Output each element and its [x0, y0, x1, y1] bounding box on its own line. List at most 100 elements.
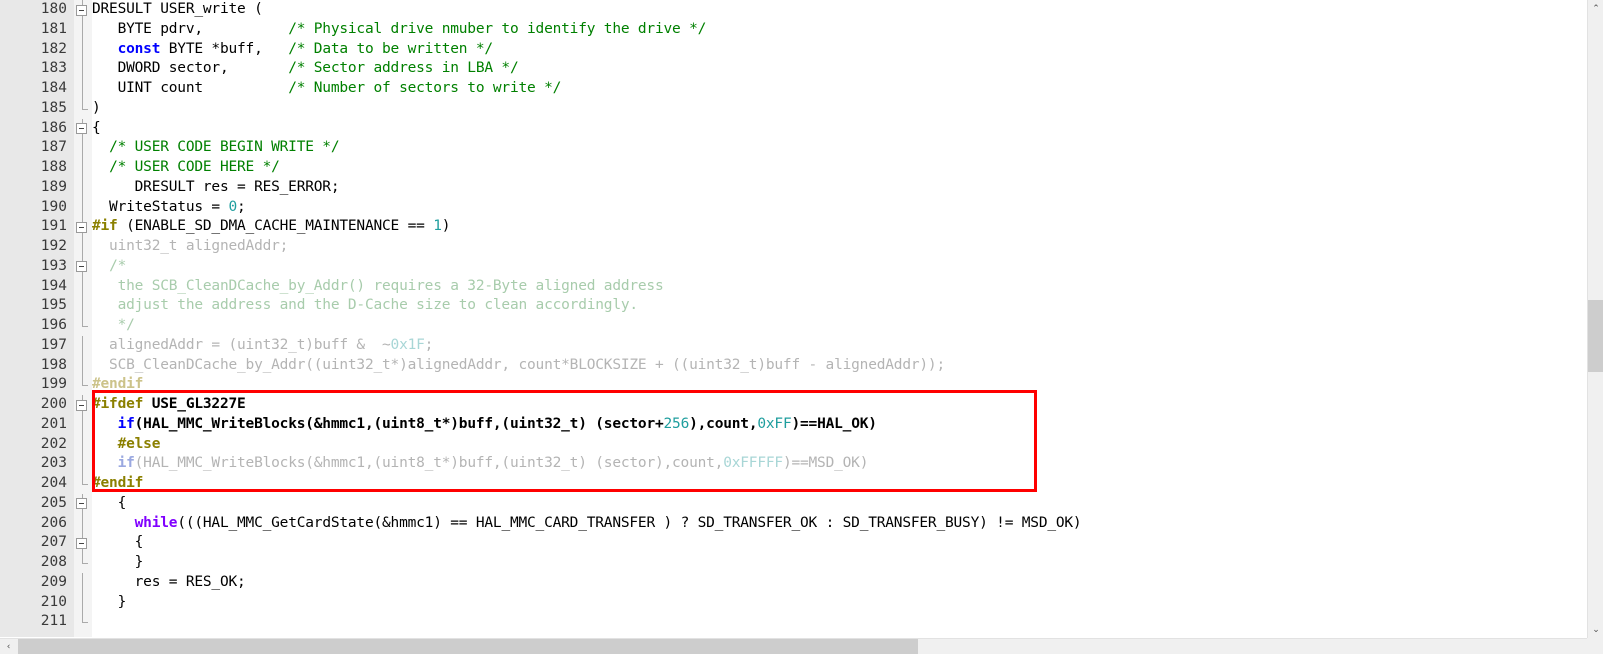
code-line[interactable]: 210 }: [0, 592, 1587, 613]
scroll-left-arrow-icon[interactable]: ‹: [0, 639, 17, 654]
line-number: 190: [0, 197, 74, 218]
code-line[interactable]: 186 {: [0, 118, 1587, 139]
code-line[interactable]: 197 alignedAddr = (uint32_t)buff & ~0x1F…: [0, 335, 1587, 356]
code-token: #else: [117, 435, 161, 452]
scroll-up-arrow-icon[interactable]: ⌃: [1588, 0, 1603, 17]
line-number: 201: [0, 414, 74, 435]
code-line[interactable]: 204 #endif: [0, 474, 1587, 494]
code-line-text: adjust the address and the D-Cache size …: [92, 296, 639, 316]
code-token: }: [92, 593, 127, 610]
code-line[interactable]: 206 while(((HAL_MMC_GetCardState(&hmmc1)…: [0, 513, 1587, 534]
code-line[interactable]: 201 if(HAL_MMC_WriteBlocks(&hmmc1,(uint8…: [0, 414, 1587, 435]
code-line[interactable]: 182 const BYTE *buff, /* Data to be writ…: [0, 39, 1587, 60]
code-line[interactable]: 187 /* USER CODE BEGIN WRITE */: [0, 138, 1587, 158]
code-line[interactable]: 185): [0, 98, 1587, 119]
code-line[interactable]: 192 uint32_t alignedAddr;: [0, 237, 1587, 257]
fold-end-marker-icon: [74, 553, 92, 573]
code-token: uint32_t alignedAddr;: [92, 238, 289, 254]
line-number: 188: [0, 158, 74, 178]
code-line[interactable]: 208 }: [0, 553, 1587, 573]
code-line-text: /* USER CODE BEGIN WRITE */: [92, 138, 340, 158]
code-token: BYTE *buff,: [160, 40, 289, 57]
code-line-text: DWORD sector, /* Sector address in LBA *…: [92, 59, 519, 79]
fold-toggle-icon[interactable]: [74, 217, 92, 237]
fold-guide-line-icon: [74, 79, 92, 99]
fold-guide-line-icon: [74, 414, 92, 435]
code-token: if: [117, 415, 135, 432]
line-number: 211: [0, 612, 74, 632]
fold-toggle-icon[interactable]: [74, 395, 92, 415]
code-line[interactable]: 189 DRESULT res = RES_ERROR;: [0, 177, 1587, 198]
code-token: #ifdef: [92, 396, 144, 412]
code-line[interactable]: 193 /*: [0, 256, 1587, 277]
code-line[interactable]: 202 #else: [0, 434, 1587, 455]
editor-viewport[interactable]: 180 DRESULT USER_write (181 BYTE pdrv, /*…: [0, 0, 1587, 637]
code-token: #if: [92, 218, 118, 235]
code-line[interactable]: 184 UINT count /* Number of sectors to w…: [0, 79, 1587, 99]
fold-end-marker-icon: [74, 612, 92, 632]
code-line[interactable]: 205 {: [0, 493, 1587, 514]
code-token: 1: [433, 218, 442, 235]
code-line[interactable]: 191 #if (ENABLE_SD_DMA_CACHE_MAINTENANCE …: [0, 217, 1587, 237]
code-text-area[interactable]: 180 DRESULT USER_write (181 BYTE pdrv, /*…: [0, 0, 1587, 632]
line-number: 207: [0, 533, 74, 553]
code-line[interactable]: 198 SCB_CleanDCache_by_Addr((uint32_t*)a…: [0, 355, 1587, 376]
line-number: 202: [0, 434, 74, 455]
code-token: (HAL_MMC_WriteBlocks(&hmmc1,(uint8_t*)bu…: [134, 455, 724, 472]
code-line[interactable]: 211: [0, 612, 1587, 632]
scroll-down-arrow-icon[interactable]: ⌄: [1588, 621, 1603, 638]
fold-guide-line-icon: [74, 572, 92, 593]
code-line-text: #else: [92, 435, 161, 455]
fold-toggle-icon[interactable]: [74, 493, 92, 514]
line-number: 184: [0, 79, 74, 99]
code-line[interactable]: 196 */: [0, 316, 1587, 336]
scrollbar-corner: [1587, 638, 1603, 654]
code-line-text: const BYTE *buff, /* Data to be written …: [92, 40, 494, 60]
fold-guide-line-icon: [74, 335, 92, 356]
code-token: ): [441, 218, 451, 235]
horizontal-scrollbar[interactable]: ‹ ›: [0, 638, 1603, 654]
fold-guide-line-icon: [74, 276, 92, 297]
code-token: SCB_CleanDCache_by_Addr((uint32_t*)align…: [92, 356, 945, 373]
fold-toggle-icon[interactable]: [74, 533, 92, 553]
horizontal-scrollbar-thumb[interactable]: [18, 639, 918, 654]
vertical-scrollbar-thumb[interactable]: [1588, 300, 1603, 372]
code-line[interactable]: 203 if(HAL_MMC_WriteBlocks(&hmmc1,(uint8…: [0, 454, 1587, 474]
line-number: 208: [0, 553, 74, 573]
fold-toggle-icon[interactable]: [74, 118, 92, 139]
code-line[interactable]: 195 adjust the address and the D-Cache s…: [0, 296, 1587, 316]
code-token: BYTE pdrv,: [92, 20, 289, 37]
code-token: UINT count: [92, 80, 289, 96]
code-line-text: }: [92, 593, 127, 613]
line-number: 200: [0, 395, 74, 415]
fold-toggle-icon[interactable]: [74, 0, 92, 20]
code-token: WriteStatus =: [92, 198, 229, 215]
code-line-text: */: [92, 316, 135, 336]
code-line-text: SCB_CleanDCache_by_Addr((uint32_t*)align…: [92, 356, 945, 376]
code-line-text: #endif: [92, 474, 143, 494]
code-line-text: UINT count /* Number of sectors to write…: [92, 79, 562, 99]
code-line[interactable]: 209 res = RES_OK;: [0, 572, 1587, 593]
code-line[interactable]: 180 DRESULT USER_write (: [0, 0, 1587, 20]
fold-guide-line-icon: [74, 592, 92, 613]
code-token: ;: [237, 198, 246, 215]
code-line[interactable]: 194 the SCB_CleanDCache_by_Addr() requir…: [0, 276, 1587, 297]
code-line[interactable]: 188 /* USER CODE HERE */: [0, 158, 1587, 178]
vertical-scrollbar[interactable]: ⌃ ⌄: [1587, 0, 1603, 638]
code-line[interactable]: 200 #ifdef USE_GL3227E: [0, 395, 1587, 415]
code-line-text: the SCB_CleanDCache_by_Addr() requires a…: [92, 277, 664, 297]
code-line[interactable]: 181 BYTE pdrv, /* Physical drive nmuber …: [0, 19, 1587, 40]
code-token: adjust the address and the D-Cache size …: [92, 297, 639, 314]
code-line[interactable]: 199 #endif: [0, 375, 1587, 395]
code-line-text: BYTE pdrv, /* Physical drive nmuber to i…: [92, 20, 707, 40]
code-token: 0xFFFFF: [723, 455, 783, 472]
fold-toggle-icon[interactable]: [74, 256, 92, 277]
line-number: 205: [0, 493, 74, 514]
code-line[interactable]: 207 {: [0, 533, 1587, 553]
code-token: )==HAL_OK): [791, 415, 877, 432]
code-line[interactable]: 190 WriteStatus = 0;: [0, 197, 1587, 218]
code-line[interactable]: 183 DWORD sector, /* Sector address in L…: [0, 59, 1587, 79]
line-number: 204: [0, 474, 74, 494]
code-token: ): [92, 99, 101, 116]
fold-guide-line-icon: [74, 177, 92, 198]
